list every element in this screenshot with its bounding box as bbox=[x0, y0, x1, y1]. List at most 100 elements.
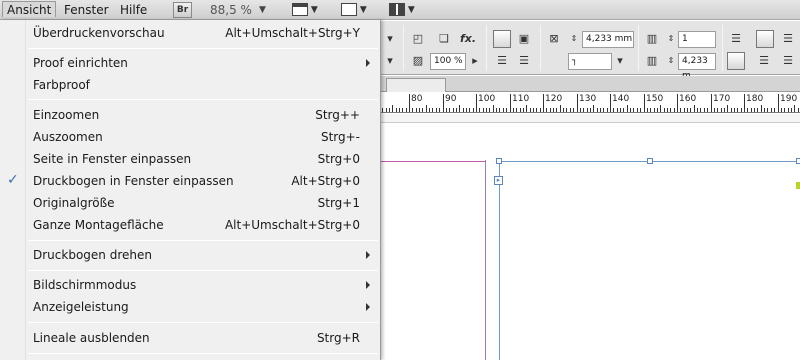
ruler-tick bbox=[700, 108, 701, 112]
align-center-icon[interactable]: ▣ bbox=[516, 31, 532, 47]
separator bbox=[540, 25, 541, 71]
ruler-tick bbox=[399, 108, 400, 112]
drop-shadow-icon[interactable]: ❏ bbox=[436, 31, 452, 47]
ruler-tick bbox=[767, 108, 768, 112]
ruler-label: 90 bbox=[445, 94, 457, 104]
ruler-tick bbox=[657, 108, 658, 112]
dropdown-arrow-icon[interactable]: ▾ bbox=[382, 53, 398, 69]
align-center-text-icon[interactable]: ☰ bbox=[756, 53, 772, 69]
ruler-tick bbox=[566, 108, 567, 112]
ruler-tick bbox=[680, 108, 681, 112]
menu-hilfe[interactable]: Hilfe bbox=[116, 2, 151, 18]
opacity-dropdown-icon[interactable]: ▸ bbox=[467, 53, 483, 69]
ruler-tick bbox=[530, 108, 531, 112]
ruler-tick bbox=[633, 108, 634, 112]
menu-item-fit-page[interactable]: Seite in Fenster einpassen Strg+0 bbox=[0, 148, 380, 170]
text-wrap-button[interactable] bbox=[727, 52, 745, 70]
text-frame-button[interactable] bbox=[756, 30, 774, 48]
text-justify-icon[interactable]: ☰ bbox=[780, 31, 796, 47]
menu-item-proof-setup[interactable]: Proof einrichten bbox=[0, 52, 380, 74]
selected-frame[interactable] bbox=[499, 161, 800, 360]
menu-item-color-proof[interactable]: Farbproof bbox=[0, 74, 380, 96]
document-tab-strip bbox=[380, 76, 800, 92]
align-middle-icon[interactable]: ☰ bbox=[516, 53, 532, 69]
frame-handle-top-left[interactable] bbox=[496, 158, 502, 164]
zoom-level[interactable]: 88,5 % bbox=[210, 2, 252, 18]
submenu-arrow-icon bbox=[366, 59, 370, 67]
ruler-tick bbox=[520, 108, 521, 112]
ruler-tick bbox=[533, 108, 534, 112]
ruler-tick bbox=[536, 108, 537, 112]
ruler-label: 170 bbox=[713, 94, 731, 104]
ruler-tick bbox=[523, 108, 524, 112]
stroke-weight-field[interactable]: 4,233 mm bbox=[582, 31, 634, 48]
arrange-documents-icon bbox=[389, 3, 405, 16]
opacity-field[interactable]: 100 % bbox=[430, 53, 466, 70]
ruler-tick bbox=[456, 108, 457, 112]
menu-separator bbox=[28, 240, 378, 241]
frame-handle-top-middle[interactable] bbox=[647, 158, 653, 164]
menu-item-label: Proof einrichten bbox=[33, 56, 128, 70]
text-align-icon[interactable]: ☰ bbox=[728, 31, 744, 47]
effects-icon[interactable]: fx. bbox=[460, 31, 476, 47]
ruler-tick bbox=[553, 108, 554, 112]
gutter-field[interactable]: 4,233 m bbox=[678, 53, 716, 81]
gutter-stepper[interactable]: ⇕ bbox=[663, 53, 679, 69]
menu-item-shortcut: Strg+0 bbox=[317, 152, 360, 166]
ruler-tick bbox=[744, 94, 745, 112]
menu-item-screen-mode[interactable]: Bildschirmmodus bbox=[0, 274, 380, 296]
ruler-tick bbox=[620, 108, 621, 112]
columns-field[interactable]: 1 bbox=[678, 31, 716, 48]
ruler-tick bbox=[570, 108, 571, 112]
menu-item-entire-pasteboard[interactable]: Ganze Montagefläche Alt+Umschalt+Strg+0 bbox=[0, 214, 380, 236]
ruler-tick bbox=[506, 108, 507, 112]
align-left-button[interactable] bbox=[493, 30, 511, 48]
frame-handle-top-right[interactable] bbox=[796, 158, 800, 164]
menu-item-overprint-preview[interactable]: Überdruckenvorschau Alt+Umschalt+Strg+Y bbox=[0, 22, 380, 44]
ruler-label: 140 bbox=[612, 94, 630, 104]
menu-item-display-performance[interactable]: Anzeigeleistung bbox=[0, 296, 380, 318]
dropdown-arrow-icon[interactable]: ▾ bbox=[382, 31, 398, 47]
align-top-icon[interactable]: ☰ bbox=[494, 53, 510, 69]
align-right-text-icon[interactable]: ☰ bbox=[780, 53, 796, 69]
ruler-tick bbox=[479, 108, 480, 112]
ruler-tick bbox=[644, 94, 645, 112]
stroke-weight-stepper[interactable]: ⇕ bbox=[566, 31, 582, 47]
ruler-tick bbox=[443, 94, 444, 112]
ruler-tick bbox=[396, 108, 397, 112]
menu-item-zoom-in[interactable]: Einzoomen Strg++ bbox=[0, 104, 380, 126]
view-options-button[interactable]: ▼ bbox=[292, 2, 318, 18]
ruler-tick bbox=[610, 94, 611, 112]
arrange-documents-button[interactable]: ▼ bbox=[389, 2, 415, 18]
menu-item-zoom-out[interactable]: Auszoomen Strg+- bbox=[0, 126, 380, 148]
ruler-label: 160 bbox=[679, 94, 697, 104]
menu-item-rotate-spread[interactable]: Druckbogen drehen bbox=[0, 244, 380, 266]
horizontal-ruler[interactable]: 80 90 100 110 120 130 140 150 160 170 180 190 bbox=[380, 93, 800, 113]
ruler-tick bbox=[453, 108, 454, 112]
menu-item-hide-rulers[interactable]: Lineale ausblenden Strg+R bbox=[0, 327, 380, 349]
ruler-tick bbox=[794, 105, 795, 112]
view-options-icon bbox=[292, 3, 308, 16]
menu-item-shortcut: Alt+Umschalt+Strg+Y bbox=[225, 26, 360, 40]
ruler-tick bbox=[412, 108, 413, 112]
bridge-button[interactable]: Br bbox=[173, 2, 192, 18]
columns-stepper[interactable]: ⇕ bbox=[663, 31, 679, 47]
stroke-type-dropdown-icon[interactable]: ▾ bbox=[612, 53, 628, 69]
content-fit-icon[interactable]: ◰ bbox=[410, 31, 426, 47]
ruler-tick bbox=[784, 108, 785, 112]
ruler-tick bbox=[436, 108, 437, 112]
in-port-icon[interactable]: ▸ bbox=[494, 176, 503, 185]
document-tab[interactable] bbox=[386, 78, 446, 92]
menu-ansicht[interactable]: Ansicht bbox=[2, 1, 57, 17]
menu-fenster[interactable]: Fenster bbox=[60, 2, 113, 18]
menu-item-actual-size[interactable]: Originalgröße Strg+1 bbox=[0, 192, 380, 214]
menu-item-fit-spread[interactable]: ✓ Druckbogen in Fenster einpassen Alt+St… bbox=[0, 170, 380, 192]
zoom-dropdown-icon[interactable]: ▼ bbox=[259, 2, 266, 18]
screen-mode-button[interactable]: ▼ bbox=[341, 2, 367, 18]
stroke-type-select[interactable]: ┐ bbox=[568, 53, 612, 70]
ruler-tick bbox=[747, 108, 748, 112]
ruler-tick bbox=[422, 108, 423, 112]
ruler-tick bbox=[449, 108, 450, 112]
menu-separator bbox=[28, 48, 378, 49]
ruler-tick bbox=[714, 108, 715, 112]
